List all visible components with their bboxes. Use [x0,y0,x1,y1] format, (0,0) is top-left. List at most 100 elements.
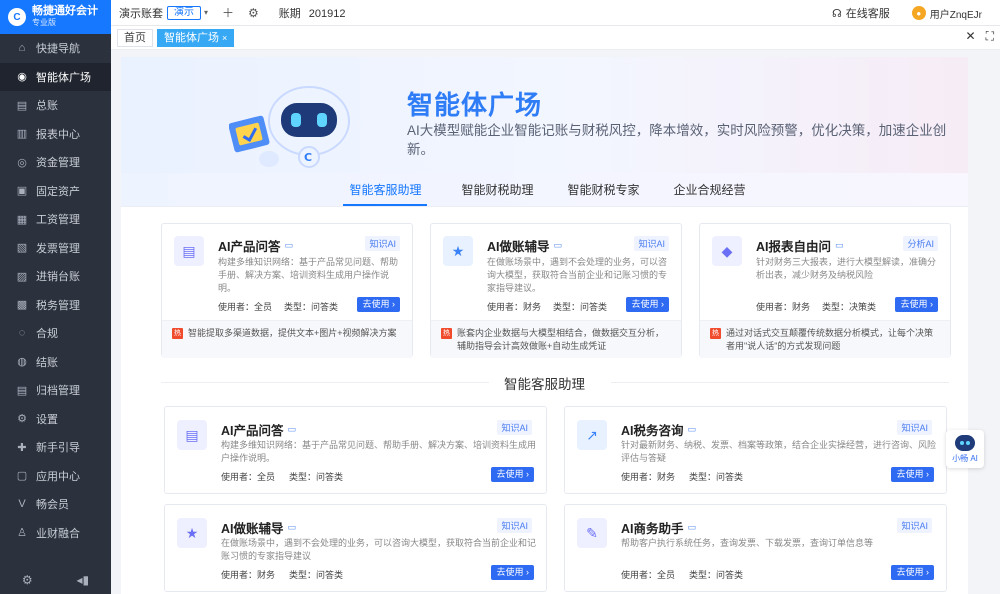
use-button[interactable]: 去使用 › [895,297,938,312]
card-title: AI产品问答 ▭ [218,240,294,254]
sidebar-item-2[interactable]: ▤ 总账 [0,91,111,120]
edit-icon: ✎ [577,518,607,548]
compliance-icon: ◌ [18,327,26,340]
sidebar-item-8[interactable]: ▨ 进销台账 [0,262,111,291]
sidebar-item-label: 畅会员 [36,499,69,512]
star-icon: ★ [443,236,473,266]
sidebar-item-label: 设置 [36,413,58,426]
hero-banner: C 智能体广场 AI大模型赋能企业智能记账与财税风控，降本增效，实时风险预警，优… [121,57,968,173]
sidebar-item-7[interactable]: ▧ 发票管理 [0,234,111,263]
sidebar-item-3[interactable]: ▥ 报表中心 [0,120,111,149]
online-service-button[interactable]: ☊ 在线客服 [832,5,890,21]
monitor-icon: ▭ [284,240,294,250]
avatar: ● [911,6,926,20]
page-tabs: 首页 智能体广场 × ✕ ⛶ [111,26,1000,50]
gear-icon[interactable]: ⚙ [248,6,259,20]
featured-card[interactable]: ◆ AI报表自由问 ▭ 分析AI 针对财务三大报表，进行大模型解读，准确分析出表，… [699,223,951,358]
sidebar-item-14[interactable]: ✚ 新手引导 [0,433,111,462]
period-label: 账期 [278,7,301,20]
main-content: C 智能体广场 AI大模型赋能企业智能记账与财税风控，降本增效，实时风险预警，优… [121,57,968,594]
money-icon: ◎ [17,156,27,169]
archive-icon: ▤ [16,384,28,397]
sidebar-nav: ⌂ 快捷导航 ◉ 智能体广场 ▤ 总账 ▥ 报表中心 ◎ 资金管理 ▣ 固定资产 ▦ 工资管理 ▧ 发票管理 ▨… [0,34,111,547]
sidebar-item-4[interactable]: ◎ 资金管理 [0,148,111,177]
card-description: 针对最新财务、纳税、发票、档案等政策，结合企业实操经营，进行咨询、风险评估与答疑 [621,440,937,463]
hot-badge: 热 [172,328,183,339]
tab-agent-square[interactable]: 智能体广场 × [157,28,235,47]
divider [611,382,949,383]
sidebar-item-1[interactable]: ◉ 智能体广场 [0,62,111,91]
list-item[interactable]: ↗ AI税务咨询 ▭ 知识AI 针对最新财务、纳税、发票、档案等政策，结合企业实操… [564,406,947,494]
sidebar-item-label: 总账 [36,100,58,113]
tab-compliance[interactable]: 企业合规经营 [674,181,746,206]
member-icon: V [18,498,26,511]
use-button[interactable]: 去使用 › [357,297,400,312]
logo-icon: C [8,8,26,26]
monitor-icon: ▭ [687,522,697,532]
tab-customer-service[interactable]: 智能客服助理 [343,181,428,206]
demo-badge: 演示 [167,5,201,20]
user-menu[interactable]: ● 用户ZnqEJr [911,6,982,21]
sidebar-item-label: 智能体广场 [36,71,91,84]
sidebar-footer: ⚙ ◂▮ [0,566,111,594]
sidebar-item-6[interactable]: ▦ 工资管理 [0,205,111,234]
account-name: 演示账套 [119,7,163,20]
sidebar-item-16[interactable]: V 畅会员 [0,490,111,519]
list-item[interactable]: ★ AI做账辅导 ▭ 知识AI 在做账场景中，遇到不会处理的业务，可以咨询大模型，… [164,504,547,592]
sidebar-item-17[interactable]: ♙ 业财融合 [0,519,111,548]
use-button[interactable]: 去使用 › [491,467,534,482]
list-item[interactable]: ✎ AI商务助手 ▭ 知识AI 帮助客户执行系统任务，查询发票、下载发票，查询订单… [564,504,947,592]
tab-finance-tax-expert[interactable]: 智能财税专家 [568,181,640,206]
settings-gear-icon[interactable]: ⚙ [22,573,33,587]
sidebar-item-12[interactable]: ▤ 归档管理 [0,376,111,405]
sidebar-item-5[interactable]: ▣ 固定资产 [0,177,111,206]
sidebar-item-11[interactable]: ◍ 结账 [0,348,111,377]
sidebar-item-10[interactable]: ◌ 合规 [0,319,111,348]
fullscreen-icon[interactable]: ⛶ [986,29,994,44]
sidebar-item-0[interactable]: ⌂ 快捷导航 [0,34,111,63]
card-footer: 热通过对话式交互颠覆传统数据分析模式，让每个决策者用"说人话"的方式发现问题 [700,320,950,358]
sidebar-item-15[interactable]: ▢ 应用中心 [0,462,111,491]
collapse-sidebar-icon[interactable]: ◂▮ [76,573,89,587]
close-tab-icon[interactable]: × [222,33,227,43]
assistant-label: 小畅 AI [952,453,978,463]
sidebar-item-label: 应用中心 [36,470,80,483]
list-item[interactable]: ▤ AI产品问答 ▭ 知识AI 构建多维知识网络：基于产品常见问题、帮助手册、解决… [164,406,547,494]
robot-illustration-icon: C [229,86,350,168]
account-select[interactable]: 演示账套 演示 ▾ [119,5,208,21]
use-button[interactable]: 去使用 › [891,467,934,482]
featured-card[interactable]: ★ AI做账辅导 ▭ 知识AI 在做账场景中，遇到不会处理的业务，可以咨询大模型，… [430,223,682,358]
online-service-label: 在线客服 [845,8,890,20]
use-button[interactable]: 去使用 › [491,565,534,580]
page-title: 智能体广场 [407,90,543,120]
use-button[interactable]: 去使用 › [626,297,669,312]
ai-assistant-button[interactable]: 小畅 AI [946,430,984,468]
card-meta: 使用者：财务 类型：问答类 [621,472,744,482]
card-meta: 使用者：财务 类型：决策类 [756,302,877,312]
period-display: 账期 201912 [279,5,346,21]
sidebar-item-13[interactable]: ⚙ 设置 [0,405,111,434]
use-button[interactable]: 去使用 › [891,565,934,580]
monitor-icon: ▭ [287,522,297,532]
chat-icon: ▤ [174,236,204,266]
sidebar-item-9[interactable]: ▩ 税务管理 [0,291,111,320]
close-icon[interactable]: ✕ [966,29,976,44]
card-title: AI报表自由问 ▭ [756,240,844,254]
add-icon[interactable]: ＋ [222,4,234,21]
card-title: AI做账辅导 ▭ [221,522,297,536]
category-tabs: 智能客服助理 智能财税助理 智能财税专家 企业合规经营 [121,173,968,207]
card-meta: 使用者：财务 类型：问答类 [221,570,344,580]
app-logo[interactable]: C 畅捷通好会计 专业版 [0,0,111,34]
card-tag: 知识AI [497,420,532,435]
apps-icon: ▢ [16,470,28,483]
card-description: 在做账场景中，遇到不会处理的业务，可以咨询大模型，获取符合当前企业和记账习惯的专… [221,538,537,561]
sidebar-item-label: 新手引导 [36,442,80,455]
tab-home[interactable]: 首页 [117,28,153,47]
sidebar-item-label: 业财融合 [36,527,80,540]
featured-card[interactable]: ▤ AI产品问答 ▭ 知识AI 构建多维知识网络：基于产品常见问题、帮助手册、解决… [161,223,413,358]
card-description: 针对财务三大报表，进行大模型解读，准确分析出表，减少财务及纳税风险 [756,257,937,280]
tax-chart-icon: ↗ [577,420,607,450]
monitor-icon: ▭ [553,240,563,250]
card-tag: 分析AI [903,236,938,251]
tab-finance-tax-assistant[interactable]: 智能财税助理 [461,181,533,206]
